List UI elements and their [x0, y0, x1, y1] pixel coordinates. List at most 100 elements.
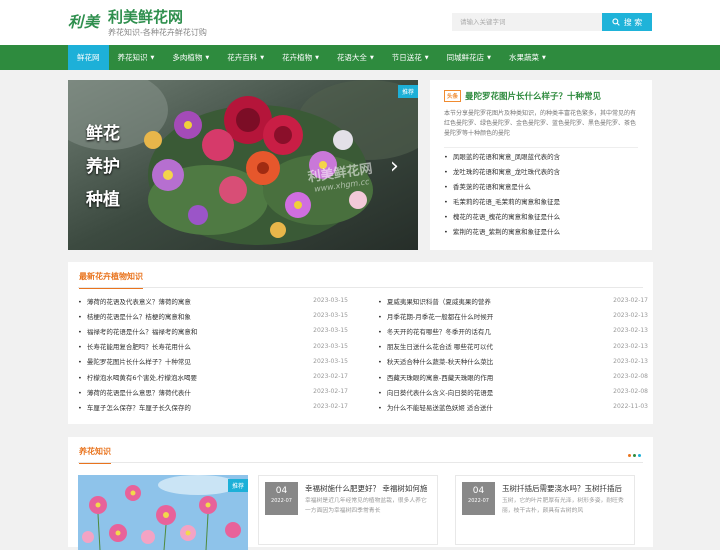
- list-item[interactable]: 曼陀罗花图片长什么样子？十种常见 2023-03-15: [78, 354, 348, 369]
- nav-item-fruits[interactable]: 水果蔬菜 ▼: [500, 45, 555, 70]
- nav-item-care[interactable]: 养花知识 ▼: [109, 45, 164, 70]
- nav-item-plants[interactable]: 花卉植物 ▼: [273, 45, 328, 70]
- article-summary: 玉树，它的叶片肥厚有光泽，树形多姿，耐旺秀丽，枝干古朴，颜具有古树的风: [502, 498, 624, 514]
- list-item[interactable]: 朋友生日送什么花合适 哪些花可以代 2023-02-13: [378, 339, 648, 354]
- caret-down-icon: ▼: [424, 54, 429, 61]
- caret-down-icon: ▼: [205, 54, 210, 61]
- list-item[interactable]: 凤眼蓝的花语和寓意_凤眼蓝代表的含: [444, 150, 638, 165]
- list-item[interactable]: 夏威夷果知识科普（夏威夷果的营养 2023-02-17: [378, 293, 648, 308]
- news-title: 薄荷的花语是什么意思？薄荷代表什: [78, 387, 191, 397]
- news-list-left: 薄荷的花语及代表意义？薄荷的寓意 2023-03-15 桔梗的花语是什么？桔梗的寓…: [78, 293, 348, 415]
- list-item[interactable]: 为什么不能轻易送蓝色妖姬 适合送什 2022-11-03: [378, 399, 648, 414]
- news-title: 曼陀罗花图片长什么样子？十种常见: [78, 356, 191, 366]
- hero-slider[interactable]: 推荐 鲜花 养护 种植 利美鲜花网 www.xhgm.cc ›: [68, 80, 418, 250]
- news-title: 冬天开的花有哪些？冬季开的话有几: [378, 326, 491, 336]
- news-date: 2022-11-03: [613, 403, 648, 411]
- caret-down-icon: ▼: [260, 54, 265, 61]
- date-year-month: 2022-07: [468, 498, 489, 504]
- nav-item-flower-language[interactable]: 花语大全 ▼: [328, 45, 383, 70]
- news-date: 2023-02-17: [313, 403, 348, 411]
- date-badge: 04 2022-07: [462, 482, 495, 515]
- news-title: 福禄考的花语是什么？福禄考的寓意和: [78, 326, 198, 336]
- list-item[interactable]: 薄荷的花语及代表意义？薄荷的寓意 2023-03-15: [78, 293, 348, 308]
- list-item[interactable]: 车厘子怎么保存？车厘子长久保存的 2023-02-17: [78, 399, 348, 414]
- list-item[interactable]: 长寿花能用复合肥吗？长寿花用什么 2023-03-15: [78, 339, 348, 354]
- news-date: 2023-03-15: [313, 342, 348, 350]
- divider: [78, 287, 643, 288]
- nav-item-home[interactable]: 鲜花网: [68, 45, 109, 70]
- overlay-line-3: 种植: [86, 190, 120, 210]
- list-item[interactable]: 向日葵代表什么含义-向日葵的花语是 2023-02-08: [378, 384, 648, 399]
- care-knowledge-section: 养花知识 推荐 04 2022-07 幸福树施什么肥更好？ 幸福树如何施 幸福树是…: [68, 437, 653, 550]
- news-title: 西藏天珠眼的寓意-西藏天珠眼的作用: [378, 372, 493, 382]
- carousel-dots[interactable]: [628, 454, 641, 457]
- search-input[interactable]: [452, 13, 602, 31]
- news-date: 2023-03-15: [313, 357, 348, 365]
- news-date: 2023-02-13: [613, 327, 648, 335]
- nav-item-succulents[interactable]: 多肉植物 ▼: [163, 45, 218, 70]
- nav-label: 多肉植物: [172, 53, 203, 62]
- slider-next-arrow-icon[interactable]: ›: [390, 156, 399, 178]
- list-item[interactable]: 紫荆的花语_紫荆的寓意和象征是什么: [444, 225, 638, 240]
- news-date: 2023-02-08: [613, 373, 648, 381]
- news-title: 夏威夷果知识科普（夏威夷果的营养: [378, 296, 491, 306]
- article-card[interactable]: 04 2022-07 玉树扦插后需要浇水吗？玉树扦插后 玉树，它的叶片肥厚有光泽，…: [455, 475, 635, 545]
- search-button[interactable]: 搜 索: [602, 13, 652, 31]
- news-date: 2023-02-13: [613, 342, 648, 350]
- news-date: 2023-02-13: [613, 312, 648, 320]
- list-item[interactable]: 柠檬泡水喝黄有6个害处,柠檬泡水喝要 2023-02-17: [78, 369, 348, 384]
- list-item[interactable]: 冬天开的花有哪些？冬季开的话有几 2023-02-13: [378, 323, 648, 338]
- nav-item-holiday[interactable]: 节日送花 ▼: [383, 45, 438, 70]
- list-item[interactable]: 毛茉莉的花语_毛茉莉的寓意和象征是: [444, 195, 638, 210]
- dot-icon: [638, 454, 641, 457]
- nav-item-local-shop[interactable]: 同城鲜花店 ▼: [438, 45, 500, 70]
- featured-links: 凤眼蓝的花语和寓意_凤眼蓝代表的含 龙吐珠的花语和寓意_龙吐珠代表的含 香荚蒾的…: [444, 150, 638, 240]
- news-title: 秋天适合种什么蔬菜-秋天种什么菜比: [378, 356, 493, 366]
- list-item[interactable]: 福禄考的花语是什么？福禄考的寓意和 2023-03-15: [78, 323, 348, 338]
- nav-label: 花卉百科: [227, 53, 258, 62]
- site-header: 利美 利美鲜花网 养花知识-各种花卉鲜花订购 搜 索: [0, 0, 720, 45]
- site-subtitle: 养花知识-各种花卉鲜花订购: [108, 28, 207, 37]
- article-card[interactable]: 04 2022-07 幸福树施什么肥更好？ 幸福树如何施 幸福树是近几年经常见的植…: [258, 475, 438, 545]
- list-item[interactable]: 西藏天珠眼的寓意-西藏天珠眼的作用 2023-02-08: [378, 369, 648, 384]
- date-day: 04: [275, 486, 288, 496]
- news-date: 2023-02-08: [613, 388, 648, 396]
- list-item[interactable]: 香荚蒾的花语和寓意是什么: [444, 180, 638, 195]
- news-title: 月季花期-月季花一般都在什么时候开: [378, 311, 493, 321]
- news-title: 柠檬泡水喝黄有6个害处,柠檬泡水喝要: [78, 372, 197, 382]
- site-title[interactable]: 利美鲜花网: [108, 6, 183, 27]
- nav-label: 花卉植物: [282, 53, 313, 62]
- dot-icon: [628, 454, 631, 457]
- caret-down-icon: ▼: [369, 54, 374, 61]
- nav-label: 水果蔬菜: [509, 53, 540, 62]
- latest-knowledge-section: 最新花卉植物知识 薄荷的花语及代表意义？薄荷的寓意2023-03-15 桔梗的花…: [68, 262, 653, 424]
- featured-photo[interactable]: 推荐: [78, 475, 248, 550]
- logo-icon[interactable]: 利美: [68, 11, 102, 33]
- list-item[interactable]: 薄荷的花语是什么意思？薄荷代表什 2023-02-17: [78, 384, 348, 399]
- featured-summary: 本节分享曼陀罗花图片及种类知识，的种类丰富花色繁多，其中常见的有红色曼陀罗、绿色…: [444, 110, 637, 137]
- list-item[interactable]: 月季花期-月季花一般都在什么时候开 2023-02-13: [378, 308, 648, 323]
- cosmos-flowers-image: [78, 475, 248, 550]
- news-date: 2023-03-15: [313, 312, 348, 320]
- caret-down-icon: ▼: [315, 54, 319, 61]
- list-item[interactable]: 秋天适合种什么蔬菜-秋天种什么菜比 2023-02-13: [378, 354, 648, 369]
- slider-overlay-text: 鲜花 养护 种植: [86, 118, 120, 217]
- article-title[interactable]: 玉树扦插后需要浇水吗？玉树扦插后: [502, 483, 622, 494]
- list-item[interactable]: 龙吐珠的花语和寓意_龙吐珠代表的含: [444, 165, 638, 180]
- divider: [444, 147, 638, 148]
- search-icon: [612, 18, 620, 26]
- overlay-line-2: 养护: [86, 157, 120, 177]
- news-date: 2023-02-17: [613, 297, 648, 305]
- article-title[interactable]: 幸福树施什么肥更好？ 幸福树如何施: [305, 483, 427, 494]
- news-date: 2023-03-15: [313, 297, 348, 305]
- featured-title[interactable]: 头条 曼陀罗花图片长什么样子？十种常见: [444, 90, 638, 102]
- search-button-label: 搜 索: [623, 17, 643, 27]
- nav-label: 同城鲜花店: [446, 53, 485, 62]
- nav-label: 花语大全: [336, 53, 367, 62]
- list-item[interactable]: 桔梗的花语是什么？桔梗的寓意和象 2023-03-15: [78, 308, 348, 323]
- date-year-month: 2022-07: [271, 498, 292, 504]
- news-title: 朋友生日送什么花合适 哪些花可以代: [378, 341, 493, 351]
- nav-item-encyclopedia[interactable]: 花卉百科 ▼: [218, 45, 273, 70]
- news-list-right: 夏威夷果知识科普（夏威夷果的营养 2023-02-17 月季花期-月季花一般都在什…: [378, 293, 648, 415]
- list-item[interactable]: 槐花的花语_槐花的寓意和象征是什么: [444, 210, 638, 225]
